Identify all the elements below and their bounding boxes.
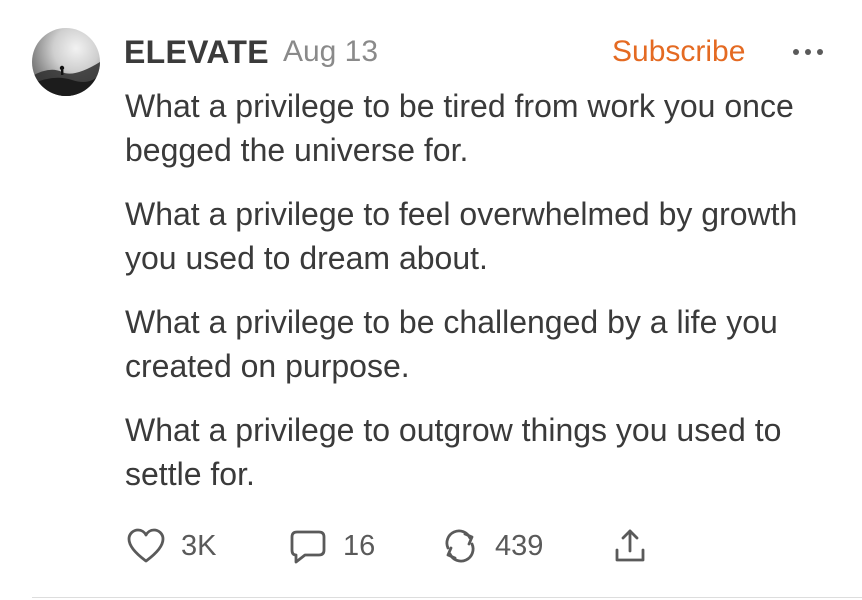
more-options-button[interactable] xyxy=(790,38,830,66)
share-upload-icon xyxy=(615,529,645,562)
restack-button[interactable]: 439 xyxy=(439,526,609,566)
post-paragraph: What a privilege to outgrow things you u… xyxy=(125,412,782,492)
more-dots-icon xyxy=(793,49,823,55)
subscribe-button[interactable]: Subscribe xyxy=(612,30,745,74)
avatar[interactable] xyxy=(32,28,100,96)
post-header: ELEVATE Aug 13 xyxy=(124,30,378,74)
post-paragraph: What a privilege to feel overwhelmed by … xyxy=(125,196,798,276)
note-post: ELEVATE Aug 13 Subscribe What a privileg… xyxy=(0,0,862,600)
divider xyxy=(32,597,862,598)
comment-count: 16 xyxy=(343,529,376,562)
post-paragraph: What a privilege to be tired from work y… xyxy=(125,88,794,168)
comment-button[interactable]: 16 xyxy=(287,526,439,566)
author-name[interactable]: ELEVATE xyxy=(124,34,269,71)
post-date: Aug 13 xyxy=(282,35,379,68)
action-bar: 3K 16 439 xyxy=(125,524,651,568)
avatar-image xyxy=(32,62,100,96)
restack-arrows-icon xyxy=(445,529,475,563)
restack-count: 439 xyxy=(495,529,544,562)
post-body: What a privilege to be tired from work y… xyxy=(125,84,825,516)
like-count: 3K xyxy=(181,529,217,562)
heart-icon xyxy=(127,528,165,563)
post-paragraph: What a privilege to be challenged by a l… xyxy=(125,304,778,384)
like-button[interactable]: 3K xyxy=(125,526,287,566)
share-button[interactable] xyxy=(609,526,651,566)
comment-bubble-icon xyxy=(290,530,326,564)
